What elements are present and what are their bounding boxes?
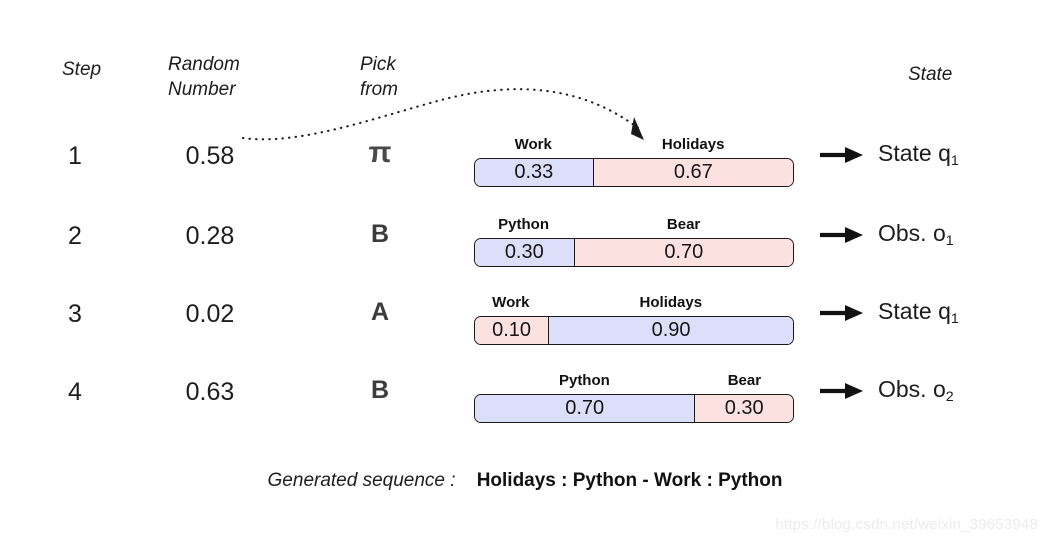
simulation-row: 1 0.58 π Work Holidays 0.33 0.67 State q1 [0,136,1050,196]
result-prefix: Obs. o [878,376,946,402]
generated-sequence-caption: Generated sequence : Holidays : Python -… [0,470,1050,492]
result-label: Obs. o2 [878,376,954,405]
probability-segment-label: Python [498,216,550,233]
result-prefix: Obs. o [878,220,946,246]
pick-from-symbol: A [370,298,390,326]
probability-segment: 0.90 [548,317,793,344]
probability-segment: 0.33 [475,159,593,186]
probability-bar: Work Holidays 0.10 0.90 [474,294,794,345]
generated-sequence-label: Generated sequence : [267,470,456,491]
probability-bar-labels: Work Holidays [474,136,794,158]
pick-from-symbol: B [370,376,390,404]
column-header-random-number: Random Number [168,54,240,101]
probability-segment: 0.30 [694,395,793,422]
probability-bar-track: 0.10 0.90 [474,316,794,345]
step-number: 4 [68,378,82,406]
result-subscript: 1 [950,310,959,327]
random-number-value: 0.58 [185,142,235,170]
right-arrow-icon [818,224,866,251]
probability-segment: 0.10 [475,317,549,344]
probability-bar-track: 0.30 0.70 [474,238,794,267]
pick-from-symbol: π [368,136,392,169]
right-arrow-icon [818,302,866,329]
probability-bar: Python Bear 0.30 0.70 [474,216,794,267]
result-label: State q1 [878,140,959,169]
probability-bar: Work Holidays 0.33 0.67 [474,136,794,187]
probability-bar-track: 0.33 0.67 [474,158,794,187]
simulation-row: 2 0.28 B Python Bear 0.30 0.70 Obs. o1 [0,216,1050,276]
right-arrow-icon [818,144,866,171]
probability-segment-label: Bear [666,216,701,233]
result-subscript: 1 [950,152,959,169]
step-number: 1 [68,142,82,170]
probability-segment: 0.67 [592,159,793,186]
probability-segment-label: Work [492,294,530,311]
generated-sequence-value: Holidays : Python - Work : Python [476,470,783,491]
result-prefix: State q [878,140,951,166]
result-subscript: 2 [945,388,954,405]
result-label: Obs. o1 [878,220,954,249]
probability-segment: 0.30 [475,239,574,266]
random-number-value: 0.63 [185,378,235,406]
watermark: https://blog.csdn.net/weixin_39653948 [775,516,1038,533]
probability-segment: 0.70 [573,239,793,266]
probability-bar-labels: Work Holidays [474,294,794,316]
probability-bar: Python Bear 0.70 0.30 [474,372,794,423]
probability-segment-label: Python [558,372,610,389]
probability-segment-label: Holidays [661,136,725,153]
result-subscript: 1 [945,232,954,249]
right-arrow-icon [818,380,866,407]
pick-from-symbol: B [370,220,390,248]
probability-segment-label: Work [514,136,552,153]
column-header-pick-from: Pick from [360,54,398,101]
simulation-row: 3 0.02 A Work Holidays 0.10 0.90 State q1 [0,294,1050,354]
step-number: 3 [68,300,82,328]
simulation-row: 4 0.63 B Python Bear 0.70 0.30 Obs. o2 [0,372,1050,432]
result-prefix: State q [878,298,951,324]
step-number: 2 [68,222,82,250]
random-number-value: 0.02 [185,300,235,328]
probability-bar-track: 0.70 0.30 [474,394,794,423]
probability-segment-label: Holidays [639,294,703,311]
probability-bar-labels: Python Bear [474,216,794,238]
column-header-state: State [908,64,953,85]
probability-segment-label: Bear [727,372,762,389]
random-number-value: 0.28 [185,222,235,250]
result-label: State q1 [878,298,959,327]
probability-bar-labels: Python Bear [474,372,794,394]
column-header-step: Step [62,59,102,80]
probability-segment: 0.70 [475,395,695,422]
